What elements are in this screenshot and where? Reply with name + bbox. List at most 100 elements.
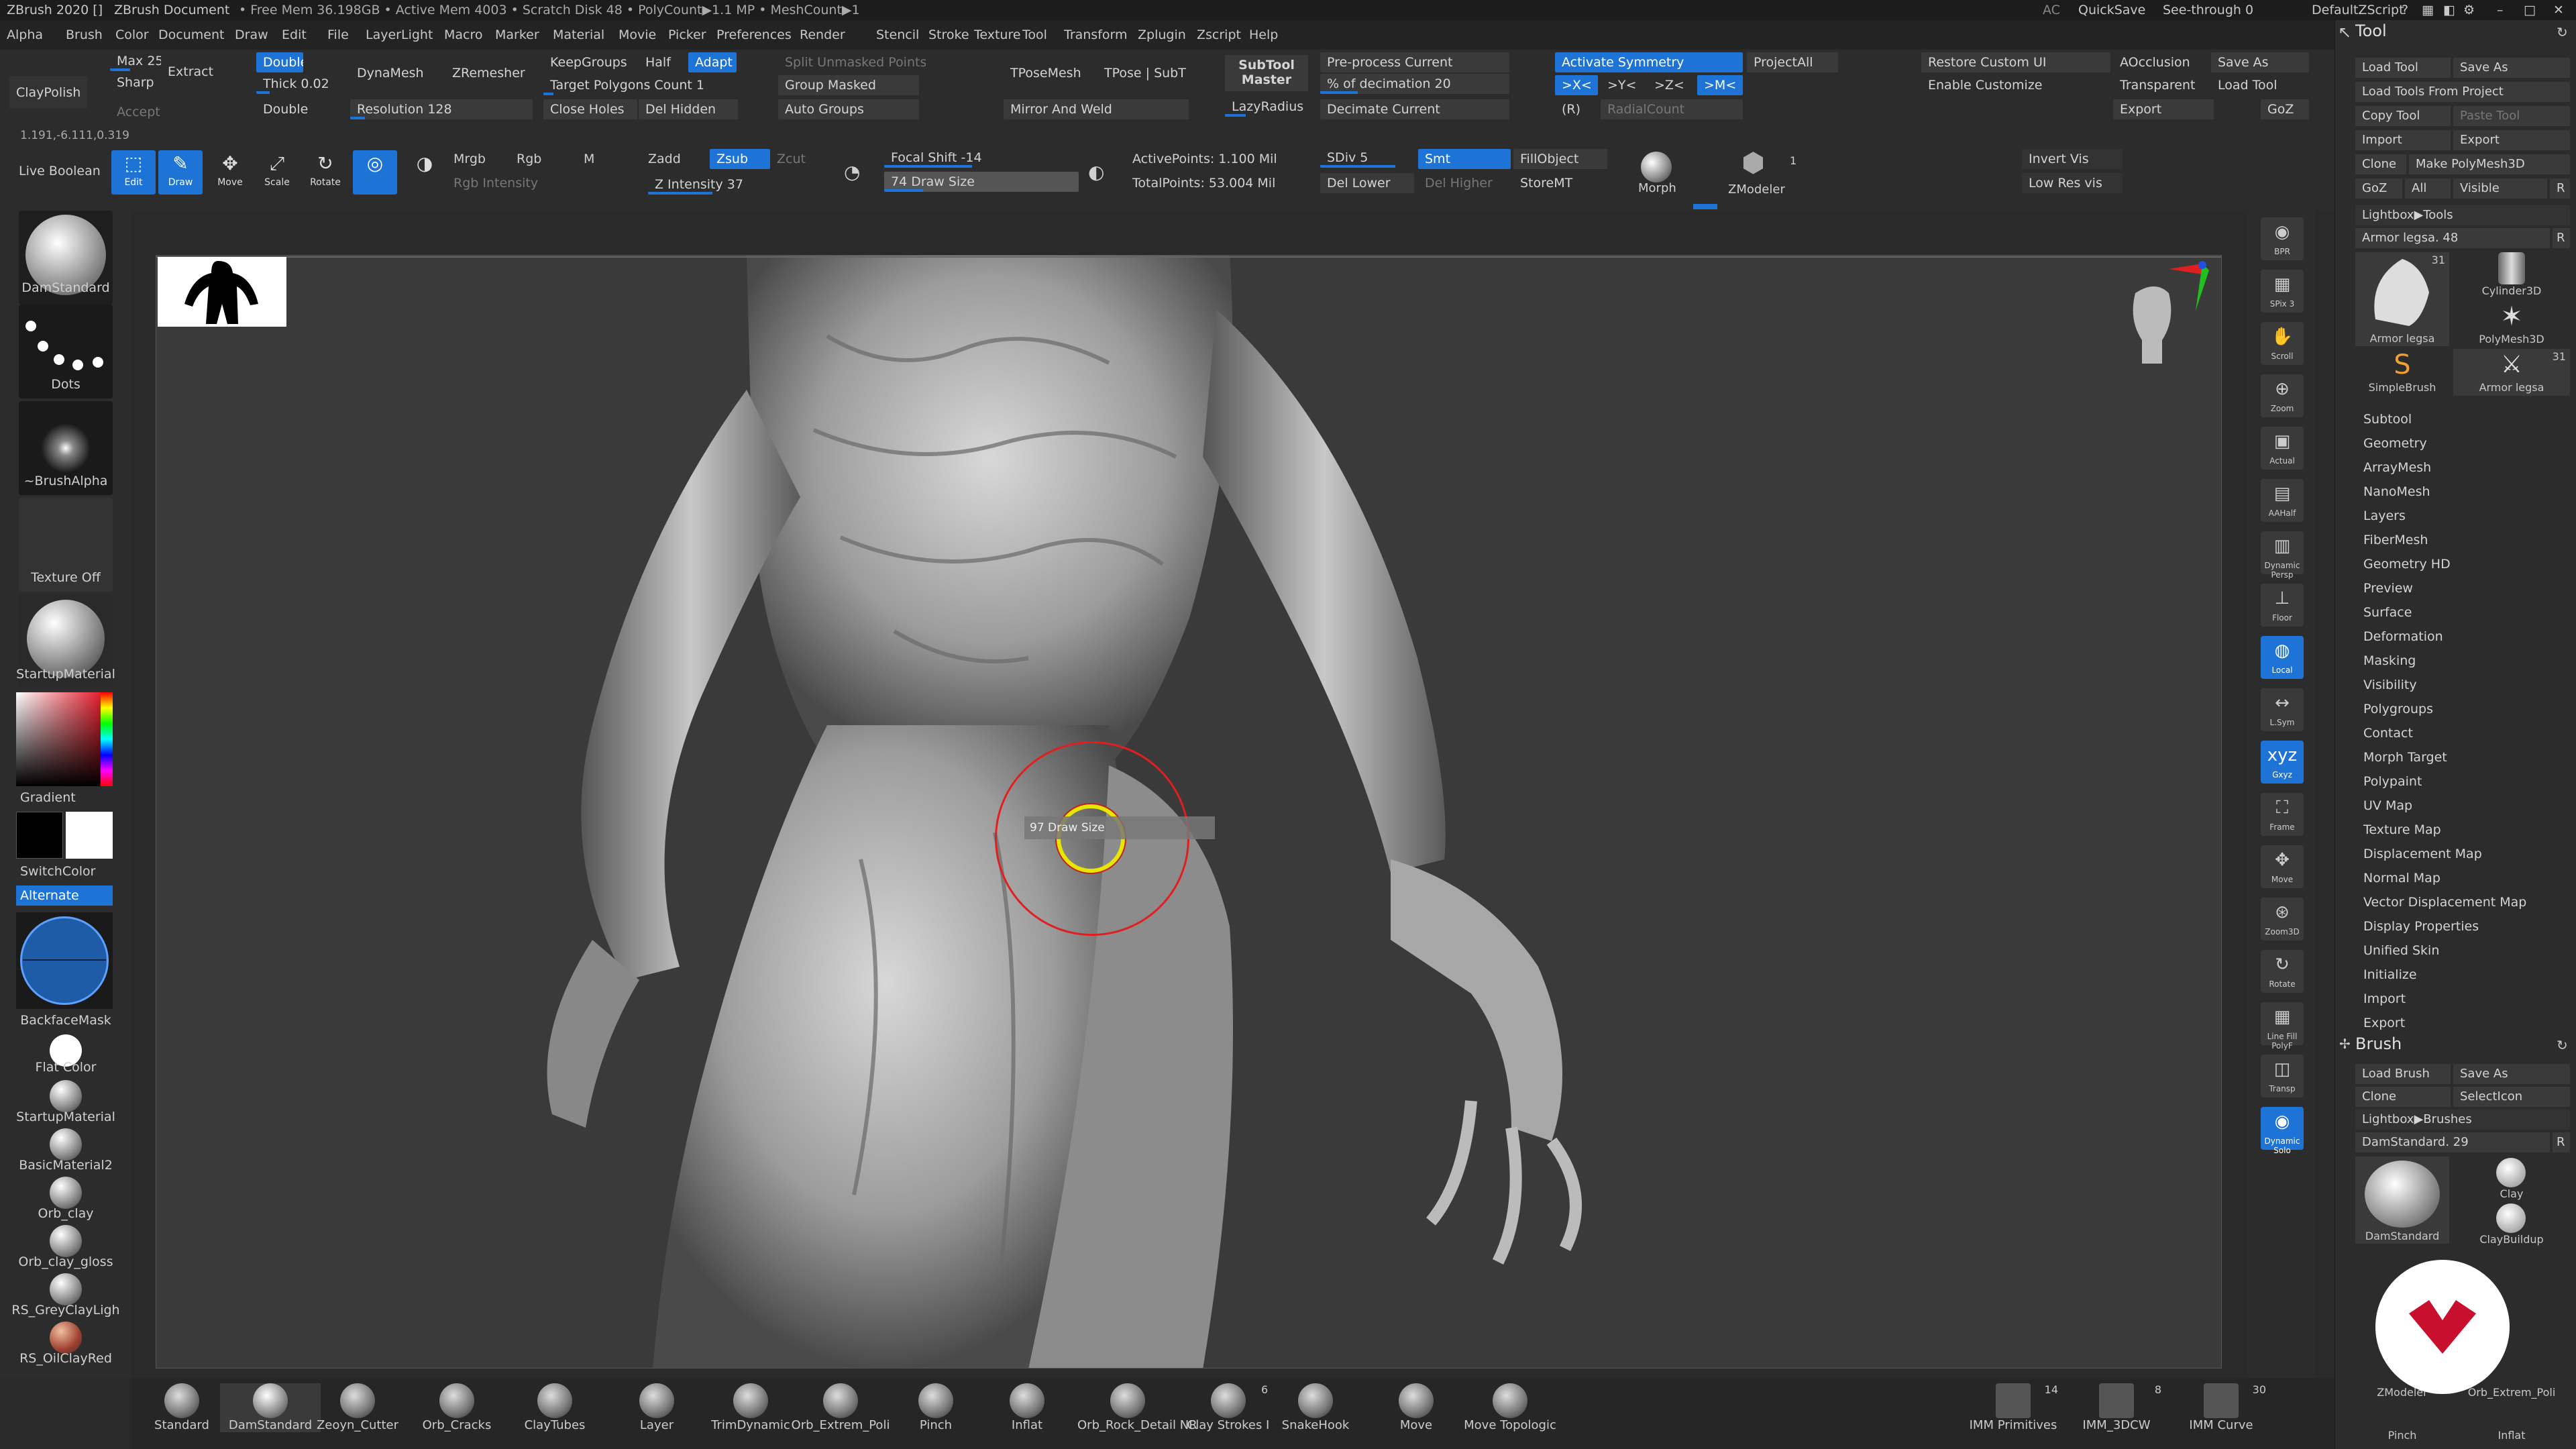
double-toggle[interactable]: Double <box>256 52 303 72</box>
tool-goz-button[interactable]: GoZ <box>2355 178 2402 199</box>
tool-export-button[interactable]: Export <box>2453 130 2570 150</box>
mirror-and-weld-button[interactable]: Mirror And Weld <box>1004 99 1189 119</box>
shelf-brush-claytubes[interactable]: ClayTubes <box>504 1383 605 1432</box>
keepgroups-button[interactable]: KeepGroups <box>543 52 631 72</box>
accept-button[interactable]: Accept <box>110 102 177 122</box>
tool-menu-layers[interactable]: Layers <box>2363 508 2406 523</box>
mrgb-button[interactable]: Mrgb <box>453 152 486 166</box>
nav-line-fill-polyf-button[interactable]: ▦ Line Fill PolyF <box>2261 1002 2304 1051</box>
tool-menu-normal-map[interactable]: Normal Map <box>2363 871 2440 885</box>
silhouette-thumbnail[interactable] <box>158 257 286 327</box>
live-boolean-label[interactable]: Live Boolean <box>19 164 101 178</box>
brush-thumb-inflat[interactable]: Inflat <box>2453 1429 2570 1449</box>
brush-panel-pin-icon[interactable]: ↻ <box>2557 1037 2568 1053</box>
zmodeler-icon[interactable]: ⬢ <box>1741 148 1765 178</box>
backface-mask-thumb[interactable] <box>16 912 113 1009</box>
select-icon-button[interactable]: SelectIcon <box>2453 1087 2570 1107</box>
tool-menu-preview[interactable]: Preview <box>2363 581 2413 596</box>
switchcolor-button[interactable]: SwitchColor <box>20 864 152 879</box>
brush-panel-move-icon[interactable]: ✢ <box>2339 1036 2351 1052</box>
palette-icon[interactable]: ◧ <box>2443 0 2455 20</box>
imm-imm-primitives-button[interactable]: IMM Primitives 14 <box>1963 1383 2063 1432</box>
tool-all-button[interactable]: All <box>2405 178 2451 199</box>
radial-count-slider[interactable]: RadialCount <box>1601 99 1743 119</box>
double-button[interactable]: Double <box>256 99 317 119</box>
tool-menu-polypaint[interactable]: Polypaint <box>2363 774 2422 789</box>
menu-layer[interactable]: Layer <box>366 20 401 50</box>
tool-menu-vector-displacement-map[interactable]: Vector Displacement Map <box>2363 895 2526 910</box>
dynamesh-button[interactable]: DynaMesh <box>350 63 431 83</box>
sharp-slider[interactable]: Sharp <box>110 72 161 93</box>
export-button[interactable]: Export <box>2113 99 2214 119</box>
layout-icon[interactable]: ▦ <box>2422 0 2434 20</box>
brush-thumb-pinch[interactable]: Pinch <box>2355 1429 2449 1449</box>
nav-floor-button[interactable]: ⊥ Floor <box>2261 584 2304 627</box>
shelf-brush-layer[interactable]: Layer <box>606 1383 707 1432</box>
sdiv-slider[interactable]: SDiv 5 <box>1320 148 1414 168</box>
tool-menu-fibermesh[interactable]: FiberMesh <box>2363 533 2428 547</box>
load-brush-button[interactable]: Load Brush <box>2355 1064 2451 1084</box>
tool-visible-button[interactable]: Visible <box>2453 178 2547 199</box>
polyframe-icon[interactable]: ◑ <box>402 150 447 195</box>
morph-sphere-icon[interactable] <box>1641 152 1672 182</box>
close-holes-button[interactable]: Close Holes <box>543 99 637 119</box>
menu-brush[interactable]: Brush <box>66 20 103 50</box>
nav-local-button[interactable]: ◍ Local <box>2261 636 2304 679</box>
tool-save-as-button[interactable]: Save As <box>2453 58 2570 78</box>
tool-r-button[interactable]: R <box>2550 178 2570 199</box>
shelf-brush-inflat[interactable]: Inflat <box>977 1383 1077 1432</box>
scale-button[interactable]: ⤢ Scale <box>255 150 299 195</box>
tool-menu-unified-skin[interactable]: Unified Skin <box>2363 943 2439 958</box>
quicksave-button[interactable]: QuickSave <box>2078 0 2145 20</box>
menu-color[interactable]: Color <box>115 20 149 50</box>
menu-zplugin[interactable]: Zplugin <box>1138 20 1186 50</box>
load-tool-button[interactable]: Load Tool <box>2211 75 2309 95</box>
goz-button[interactable]: GoZ <box>2261 99 2309 119</box>
fillobject-button[interactable]: FillObject <box>1513 149 1607 169</box>
tool-menu-export[interactable]: Export <box>2363 1016 2405 1030</box>
z-intensity-slider[interactable]: Z Intensity 37 <box>648 174 822 195</box>
symmetry-z-toggle[interactable]: >Z< <box>1648 75 1690 95</box>
gradient-label[interactable]: Gradient <box>20 790 152 805</box>
enable-customize-button[interactable]: Enable Customize <box>1921 75 2110 95</box>
menu-alpha[interactable]: Alpha <box>7 20 43 50</box>
preprocess-current-button[interactable]: Pre-process Current <box>1320 52 1509 72</box>
tool-menu-deformation[interactable]: Deformation <box>2363 629 2443 644</box>
m-button[interactable]: M <box>584 152 594 166</box>
brush-save-as-button[interactable]: Save As <box>2453 1064 2570 1084</box>
imm-imm-curve-button[interactable]: IMM Curve 30 <box>2171 1383 2271 1432</box>
shelf-brush-standard[interactable]: Standard <box>131 1383 232 1432</box>
color-picker[interactable] <box>16 692 113 786</box>
brush-panel-title[interactable]: Brush <box>2355 1034 2402 1053</box>
transparent-button[interactable]: Transparent <box>2113 75 2214 95</box>
nav-zoom-button[interactable]: ⊕ Zoom <box>2261 374 2304 417</box>
maximize-icon[interactable]: □ <box>2524 0 2536 20</box>
decimation-slider[interactable]: % of decimation 20 <box>1320 74 1509 94</box>
gizmo-icon[interactable]: ◎ <box>353 150 397 195</box>
smt-toggle[interactable]: Smt <box>1418 149 1511 169</box>
draw-size-slider[interactable]: 74 Draw Size <box>884 172 1079 192</box>
shelf-brush-damstandard[interactable]: DamStandard <box>220 1383 321 1432</box>
draw-button[interactable]: ✎ Draw <box>158 150 203 195</box>
shelf-brush-move[interactable]: Move <box>1366 1383 1466 1432</box>
nav-zoom3d-button[interactable]: ⊛ Zoom3D <box>2261 898 2304 941</box>
nav-move-button[interactable]: ✥ Move <box>2261 845 2304 888</box>
nav-bpr-button[interactable]: ◉ BPR <box>2261 217 2304 260</box>
tool-r-button[interactable]: R <box>2553 228 2570 248</box>
zsub-toggle[interactable]: Zsub <box>710 149 770 169</box>
tool-thumb-armor[interactable]: Armor legsa 31 <box>2355 252 2449 346</box>
zcut-button[interactable]: Zcut <box>777 152 806 166</box>
menu-transform[interactable]: Transform <box>1064 20 1128 50</box>
shelf-brush-zeoyn-cutter[interactable]: Zeoyn_Cutter <box>307 1383 408 1432</box>
lightbox-tools-button[interactable]: Lightbox▶Tools <box>2355 205 2570 225</box>
panel-collapse-icon[interactable]: ↖ <box>2338 23 2351 42</box>
group-masked-button[interactable]: Group Masked <box>778 75 919 95</box>
move-button[interactable]: ✥ Move <box>208 150 252 195</box>
gear-icon[interactable]: ⚙ <box>2463 0 2475 20</box>
zadd-button[interactable]: Zadd <box>648 152 681 166</box>
nav-spix-3-button[interactable]: ▦ SPix 3 <box>2261 270 2304 313</box>
brush-thumb-damstandard[interactable]: DamStandard <box>2355 1157 2449 1244</box>
menu-light[interactable]: Light <box>401 20 433 50</box>
tool-thumb-armor-2[interactable]: ⚔ Armor legsa 31 <box>2453 349 2570 396</box>
material-sphere-icon[interactable] <box>50 1273 82 1305</box>
